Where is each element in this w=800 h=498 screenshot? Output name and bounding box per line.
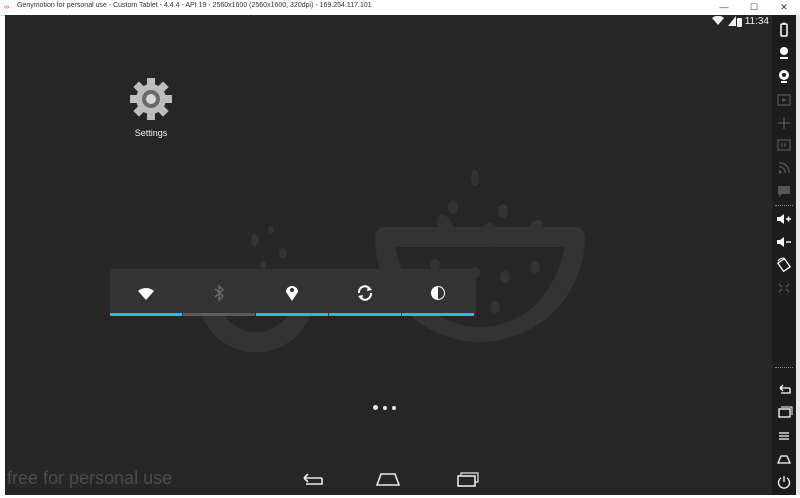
power-icon[interactable] <box>775 474 793 490</box>
wallpaper-watermelon-art <box>201 170 585 353</box>
recent-icon[interactable] <box>775 428 793 444</box>
page-dot <box>383 406 387 410</box>
close-button[interactable]: ✕ <box>769 0 799 15</box>
move-icon[interactable] <box>775 115 793 131</box>
status-bar[interactable]: 11:34 <box>5 15 772 30</box>
brightness-icon <box>431 286 445 300</box>
sidebar-divider <box>775 367 793 368</box>
sidebar-divider <box>775 205 793 206</box>
location-icon <box>286 286 298 301</box>
page-dot <box>392 406 396 410</box>
wifi-toggle-indicator <box>110 313 182 316</box>
gear-icon <box>130 78 172 120</box>
power-control-widget <box>110 269 476 316</box>
title-bar[interactable]: ∞ Genymotion for personal use - Custom T… <box>0 0 800 16</box>
sync-toggle-indicator <box>329 313 401 316</box>
personal-use-watermark: free for personal use <box>7 468 173 488</box>
back-icon[interactable] <box>296 470 326 488</box>
bluetooth-toggle[interactable] <box>183 269 255 316</box>
volume-up-icon[interactable] <box>775 211 793 227</box>
page-dot <box>373 405 378 410</box>
pixel-icon[interactable] <box>775 280 793 296</box>
wifi-icon <box>138 287 154 300</box>
brightness-toggle[interactable] <box>402 269 474 316</box>
settings-app-shortcut[interactable]: Settings <box>123 77 179 138</box>
settings-app-label: Settings <box>134 128 168 138</box>
id-icon[interactable] <box>775 137 793 153</box>
menu-icon[interactable] <box>775 405 793 421</box>
battery-icon[interactable] <box>775 22 793 38</box>
sync-toggle[interactable] <box>329 269 401 316</box>
rss-icon[interactable] <box>775 160 793 176</box>
location-toggle-indicator <box>256 313 328 316</box>
rotate-icon[interactable] <box>775 257 793 273</box>
wifi-toggle[interactable] <box>110 269 182 316</box>
back-icon[interactable] <box>775 382 793 398</box>
home-page-indicator <box>373 397 401 415</box>
maximize-button[interactable]: ☐ <box>739 0 769 15</box>
bluetooth-icon <box>214 284 225 302</box>
wifi-icon <box>712 15 725 25</box>
sync-icon <box>357 285 373 301</box>
genymotion-logo-icon: ∞ <box>4 4 9 11</box>
sms-icon[interactable] <box>775 183 793 199</box>
camera-icon[interactable] <box>775 68 793 84</box>
genymotion-window: ∞ Genymotion for personal use - Custom T… <box>0 0 800 498</box>
status-icons <box>712 15 736 28</box>
location-toggle[interactable] <box>256 269 328 316</box>
bluetooth-toggle-indicator <box>183 313 255 316</box>
signal-icon <box>728 16 736 26</box>
screencast-icon[interactable] <box>775 92 793 108</box>
genymotion-tool-sidebar <box>772 15 796 495</box>
battery-icon <box>737 18 742 27</box>
status-time: 11:34 <box>744 16 769 27</box>
window-title: Genymotion for personal use - Custom Tab… <box>17 2 372 9</box>
home-icon[interactable] <box>373 470 403 488</box>
volume-down-icon[interactable] <box>775 234 793 250</box>
brightness-toggle-indicator <box>402 313 474 316</box>
minimize-button[interactable]: — <box>709 0 739 15</box>
home-icon[interactable] <box>775 451 793 467</box>
recent-apps-icon[interactable] <box>451 470 481 488</box>
gps-icon[interactable] <box>775 45 793 61</box>
window-right-edge <box>796 15 800 495</box>
android-screen[interactable]: 11:34 Settings free for personal use <box>5 15 772 495</box>
